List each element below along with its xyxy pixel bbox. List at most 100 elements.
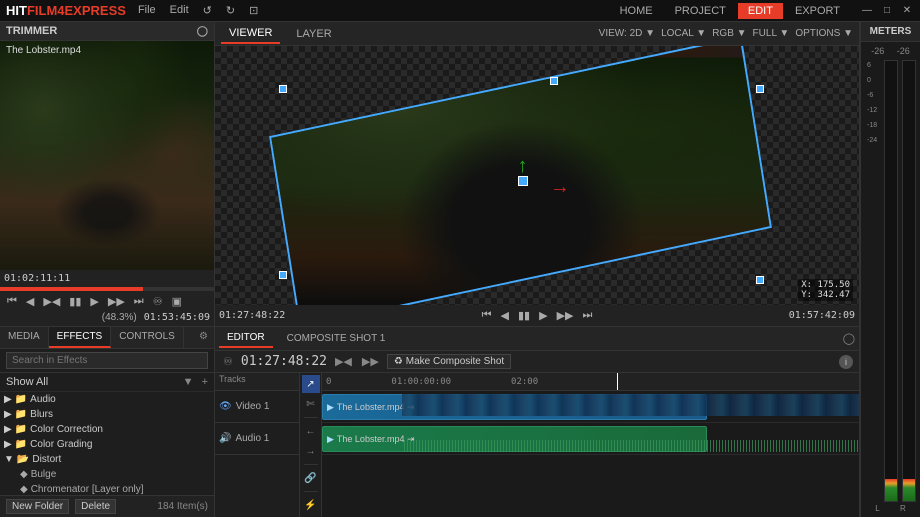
tab-effects[interactable]: EFFECTS — [49, 327, 112, 348]
playhead[interactable] — [617, 373, 618, 390]
viewer-tab-viewer[interactable]: VIEWER — [221, 24, 280, 44]
trimmer-expand-icon[interactable]: ◯ — [197, 26, 208, 37]
ctrl-play[interactable]: ▶ — [87, 294, 101, 309]
new-folder-button[interactable]: New Folder — [6, 499, 69, 514]
viewer-local[interactable]: LOCAL ▼ — [661, 28, 706, 39]
nav-tab-home[interactable]: HOME — [610, 3, 663, 19]
delete-button[interactable]: Delete — [75, 499, 116, 514]
tool-snap[interactable]: ⚡ — [302, 496, 320, 514]
transform-handle-tm[interactable] — [550, 77, 558, 85]
transform-handle-bl[interactable] — [279, 271, 287, 279]
timeline-ruler[interactable]: 0 01:00:00:00 02:00 — [322, 373, 859, 391]
transform-handle-tl[interactable] — [279, 85, 287, 93]
scale-neg18: -18 — [867, 122, 880, 129]
editor-btn-back[interactable]: ▶◀ — [333, 355, 354, 368]
timeline-track-labels: Tracks 👁 Video 1 🔊 Audio 1 — [215, 373, 300, 517]
win-minimize[interactable]: — — [860, 4, 874, 18]
left-tab-row: MEDIA EFFECTS CONTROLS ⚙ — [0, 327, 214, 349]
trimmer-progress-container[interactable] — [0, 287, 214, 291]
tool-move-left[interactable]: ← — [302, 422, 320, 440]
ctrl-loop[interactable]: ♾ — [150, 294, 166, 309]
trimmer-controls: 01:02:11:11 — [0, 270, 214, 287]
tool-link[interactable]: 🔗 — [302, 469, 320, 487]
category-blurs[interactable]: ▶ 📁 Blurs — [0, 407, 214, 422]
viewer-canvas[interactable]: ↑ → X: 175.50 Y: 342.47 — [215, 46, 859, 305]
menu-file[interactable]: File — [138, 4, 156, 17]
tool-move-right[interactable]: → — [302, 442, 320, 460]
editor-panel-icon[interactable]: ◯ — [843, 332, 855, 345]
effect-bulge-icon: ◆ — [20, 469, 28, 480]
left-panel: TRIMMER ◯ The Lobster.mp4 01:02:11:11 ⏮ — [0, 22, 215, 517]
viewer-options-btn[interactable]: OPTIONS ▼ — [795, 28, 853, 39]
editor-tab-composite[interactable]: COMPOSITE SHOT 1 — [279, 330, 394, 347]
win-close[interactable]: ✕ — [900, 4, 914, 18]
category-color-grading[interactable]: ▶ 📁 Color Grading — [0, 437, 214, 452]
audio-waveform — [402, 440, 859, 452]
effect-bulge[interactable]: ◆ Bulge — [0, 467, 214, 482]
audio-track-row[interactable]: ▶ The Lobster.mp4 ⇥ — [322, 423, 859, 455]
menu-grid[interactable]: ⊡ — [249, 4, 258, 17]
viewer-ctrl-pause[interactable]: ▮▮ — [515, 308, 533, 323]
editor-btn-loop[interactable]: ♾ — [221, 355, 235, 368]
video-track-row[interactable]: ▶ The Lobster.mp4 ⇥ — [322, 391, 859, 423]
viewer-rgb[interactable]: RGB ▼ — [712, 28, 746, 39]
effects-add-icon[interactable]: + — [202, 376, 208, 388]
menu-edit[interactable]: Edit — [170, 4, 189, 17]
effects-search-input[interactable] — [6, 352, 208, 369]
nav-tab-project[interactable]: PROJECT — [665, 3, 736, 19]
transform-center-handle[interactable] — [518, 176, 528, 186]
viewer-ctrl-next[interactable]: ▶▶ — [554, 308, 577, 323]
ctrl-prev-frame[interactable]: ◀ — [23, 294, 37, 309]
ctrl-camera[interactable]: ▣ — [169, 294, 185, 309]
viewer-tab-layer[interactable]: LAYER — [288, 25, 339, 43]
tool-razor[interactable]: ✄ — [302, 395, 320, 413]
make-composite-button[interactable]: ♻ Make Composite Shot — [387, 354, 511, 369]
tool-select[interactable]: ↗ — [302, 375, 320, 393]
menu-redo[interactable]: ↻ — [226, 4, 235, 17]
transform-arrow-up[interactable]: ↑ — [518, 155, 528, 178]
transform-handle-tr[interactable] — [756, 85, 764, 93]
effects-sort-icon[interactable]: ▼ — [183, 376, 194, 388]
cat-cc-label: Color Correction — [30, 424, 103, 435]
meters-header: METERS — [861, 22, 920, 42]
ctrl-next[interactable]: ▶▶ — [105, 294, 128, 309]
nav-tab-edit[interactable]: EDIT — [738, 3, 783, 19]
transform-arrow-right[interactable]: → — [550, 176, 570, 199]
viewer-ctrl-prev[interactable]: ◀ — [498, 308, 512, 323]
viewer-full[interactable]: FULL ▼ — [753, 28, 790, 39]
trimmer-playback-controls: ⏮ ◀ ▶◀ ▮▮ ▶ ▶▶ ⏭ ♾ ▣ (48.3%) 01:53:45:09 — [0, 291, 214, 326]
ctrl-prev[interactable]: ▶◀ — [40, 294, 63, 309]
viewer-ctrl-play[interactable]: ▶ — [536, 308, 550, 323]
viewer-ctrl-start[interactable]: ⏮ — [479, 308, 495, 323]
cat-cc-folder-icon: 📁 — [15, 424, 27, 435]
category-distort[interactable]: ▼ 📂 Distort — [0, 452, 214, 467]
ctrl-to-end[interactable]: ⏭ — [131, 294, 147, 309]
left-panel-settings[interactable]: ⚙ — [193, 327, 214, 348]
scale-0: 0 — [867, 77, 880, 84]
editor-tab-editor[interactable]: EDITOR — [219, 329, 273, 348]
tab-controls[interactable]: CONTROLS — [111, 327, 184, 348]
ctrl-pause[interactable]: ▮▮ — [66, 294, 84, 309]
timeline-tracks: ▶ The Lobster.mp4 ⇥ ▶ The Lobster.mp4 ⇥ — [322, 391, 859, 517]
win-maximize[interactable]: □ — [880, 4, 894, 18]
category-audio[interactable]: ▶ 📁 Audio — [0, 392, 214, 407]
transform-handle-br[interactable] — [756, 276, 764, 284]
audio-speaker-icon[interactable]: 🔊 — [219, 433, 231, 444]
editor-info-icon[interactable]: i — [839, 355, 853, 369]
effects-search-container — [0, 349, 214, 373]
category-color-correction[interactable]: ▶ 📁 Color Correction — [0, 422, 214, 437]
make-composite-icon: ♻ — [394, 356, 403, 367]
meter-label-r: -26 — [897, 46, 910, 56]
effect-chromenator[interactable]: ◆ Chromenator [Layer only] — [0, 482, 214, 495]
tab-media[interactable]: MEDIA — [0, 327, 49, 348]
nav-tab-export[interactable]: EXPORT — [785, 3, 850, 19]
brand-film: FILM — [27, 3, 57, 18]
editor-btn-forward[interactable]: ▶▶ — [360, 355, 381, 368]
viewer-view-2d[interactable]: VIEW: 2D ▼ — [599, 28, 655, 39]
tracks-label: Tracks — [215, 373, 250, 386]
menu-undo[interactable]: ↺ — [203, 4, 212, 17]
viewer-ctrl-end[interactable]: ⏭ — [579, 308, 595, 323]
ctrl-to-start[interactable]: ⏮ — [4, 294, 20, 309]
video-eye-icon[interactable]: 👁 — [219, 401, 232, 412]
trimmer-panel: TRIMMER ◯ The Lobster.mp4 01:02:11:11 ⏮ — [0, 22, 214, 327]
